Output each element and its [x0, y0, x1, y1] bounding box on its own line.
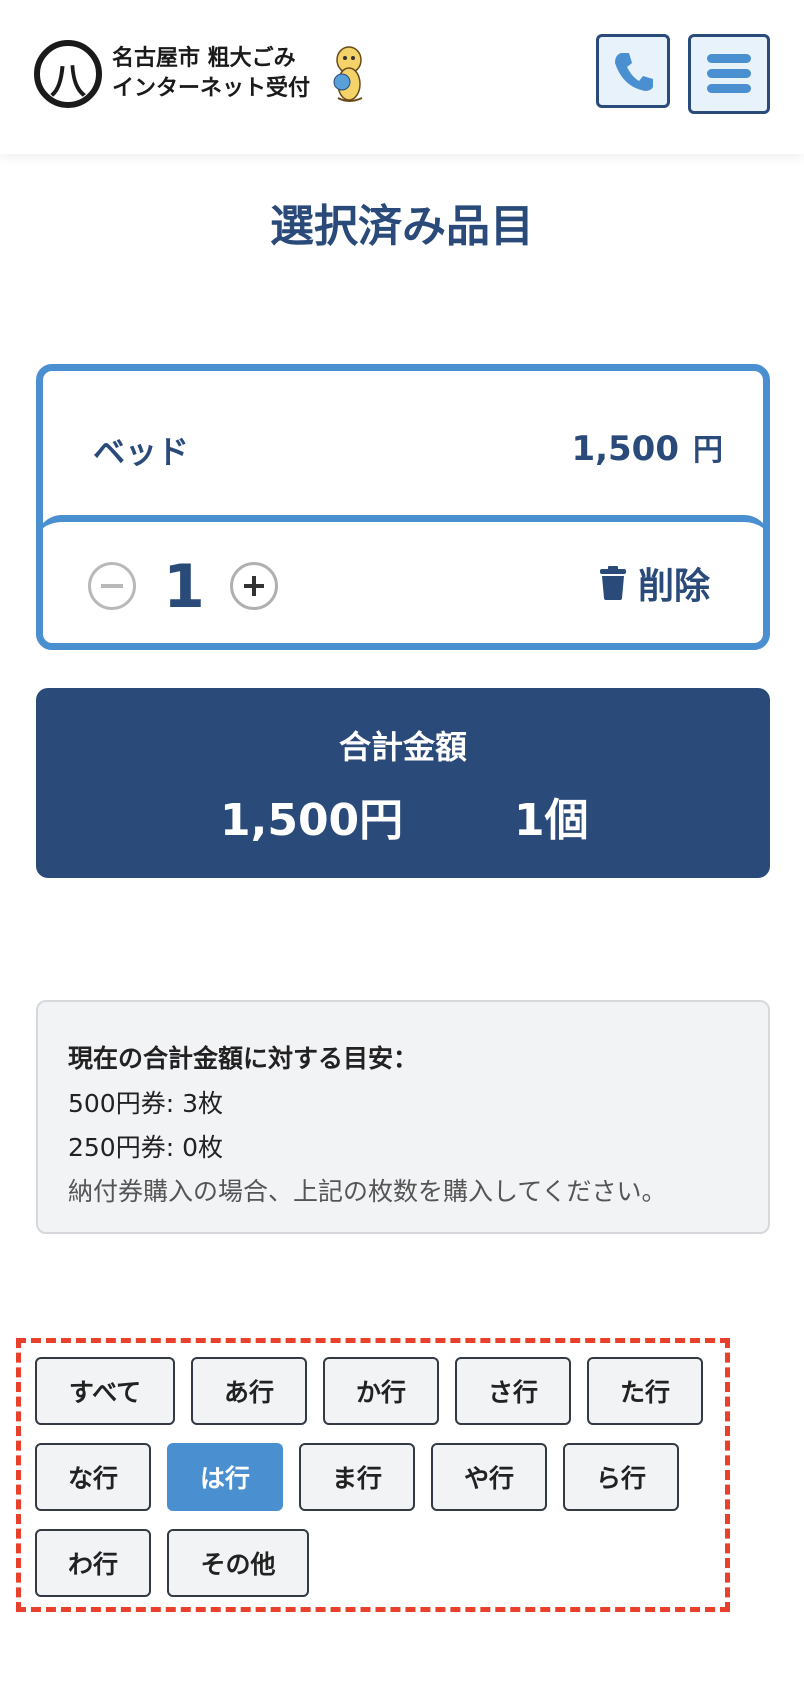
decrease-quantity-button[interactable]: [88, 562, 136, 610]
guide-title: 現在の合計金額に対する目安：: [68, 1044, 419, 1073]
site-logo[interactable]: 八 名古屋市 粗大ごみ インターネット受付: [34, 40, 374, 112]
item-name: ベッド: [93, 433, 190, 471]
delete-label: 削除: [637, 566, 710, 607]
logo-text: 名古屋市 粗大ごみ インターネット受付: [112, 44, 310, 104]
filter-tab-ha[interactable]: は行: [167, 1443, 283, 1511]
phone-icon: [615, 53, 653, 91]
filter-tab-ma[interactable]: ま行: [299, 1443, 415, 1511]
item-price-unit: 円: [693, 433, 723, 468]
item-info-row: ベッド 1,500 円: [43, 371, 763, 515]
ticket-guide-box: 現在の合計金額に対する目安： 500円券: 3枚 250円券: 0枚 納付券購入…: [36, 1000, 770, 1234]
filter-tab-sa[interactable]: さ行: [455, 1357, 571, 1425]
filter-tab-ta[interactable]: た行: [587, 1357, 703, 1425]
city-emblem-icon: 八: [34, 40, 102, 108]
page-title: 選択済み品目: [270, 201, 534, 252]
city-emblem-mark: 八: [49, 61, 86, 102]
total-summary-panel: 合計金額 1,500円 1個: [36, 688, 770, 878]
site-header: 八 名古屋市 粗大ごみ インターネット受付: [0, 0, 804, 154]
delete-item-button[interactable]: 削除: [599, 558, 710, 608]
filter-tab-ka[interactable]: か行: [323, 1357, 439, 1425]
phone-button[interactable]: [596, 34, 670, 108]
filter-tab-wa[interactable]: わ行: [35, 1529, 151, 1597]
logo-line-2: インターネット受付: [112, 76, 311, 101]
ticket-250-count: 250円券: 0枚: [68, 1133, 223, 1162]
logo-line-1: 名古屋市 粗大ごみ: [112, 46, 296, 71]
filter-tab-na[interactable]: な行: [35, 1443, 151, 1511]
item-price: 1,500 円: [571, 425, 723, 469]
total-label: 合計金額: [338, 728, 467, 766]
kana-filter-tabs: すべて あ行 か行 さ行 た行 な行 は行 ま行 や行 ら行 わ行 その他: [16, 1338, 730, 1612]
total-amount: 1,500円: [220, 795, 404, 846]
guide-note: 納付券購入の場合、上記の枚数を購入してください。: [68, 1177, 667, 1206]
filter-tab-ra[interactable]: ら行: [563, 1443, 679, 1511]
ticket-500-count: 500円券: 3枚: [68, 1089, 223, 1118]
menu-button[interactable]: [688, 34, 770, 114]
selected-item-card: ベッド 1,500 円 1 削除: [36, 364, 770, 650]
increase-quantity-button[interactable]: [230, 562, 278, 610]
item-controls-row: 1 削除: [43, 515, 763, 643]
filter-tab-all[interactable]: すべて: [35, 1357, 175, 1425]
filter-tab-other[interactable]: その他: [167, 1529, 309, 1597]
item-price-value: 1,500: [571, 429, 679, 469]
quantity-value: 1: [163, 552, 205, 622]
hamburger-menu-icon: [707, 54, 751, 93]
filter-tab-a[interactable]: あ行: [191, 1357, 307, 1425]
total-count: 1個: [514, 795, 589, 846]
mascot-icon: [333, 46, 363, 102]
filter-tab-ya[interactable]: や行: [431, 1443, 547, 1511]
trash-icon: [599, 566, 626, 600]
